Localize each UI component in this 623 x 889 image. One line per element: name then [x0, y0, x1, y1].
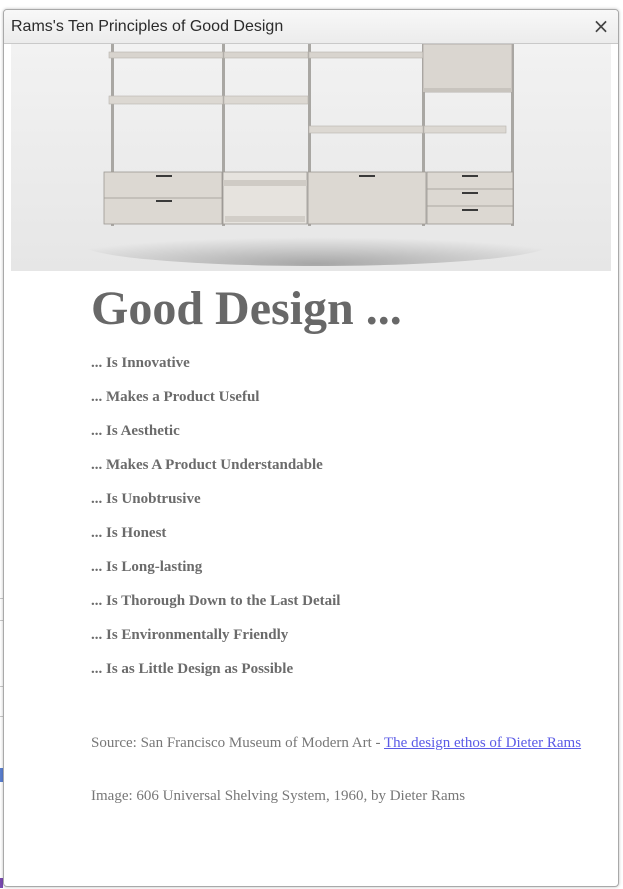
source-link[interactable]: The design ethos of Dieter Rams [384, 735, 581, 751]
list-item: ... Is Environmentally Friendly [91, 626, 289, 643]
list-item: ... Is Honest [91, 524, 167, 541]
good-design-article: Good Design ... ... Is Innovative ... Ma… [91, 280, 591, 694]
list-item: ... Is Long-lasting [91, 558, 203, 575]
shelving-system-photo [11, 44, 611, 271]
image-credit: Image: 606 Universal Shelving System, 19… [91, 788, 466, 804]
source-note: Source: San Francisco Museum of Modern A… [91, 734, 591, 752]
list-item: ... Is Aesthetic [91, 422, 180, 439]
source-prefix: Source: San Francisco Museum of Modern A… [91, 735, 385, 751]
close-icon[interactable]: × [592, 16, 610, 36]
list-item: ... Is as Little Design as Possible [91, 660, 294, 677]
list-item: ... Is Innovative [91, 354, 190, 371]
dialog-title: Rams's Ten Principles of Good Design [11, 18, 284, 35]
principles-dialog: Rams's Ten Principles of Good Design × G… [3, 9, 619, 887]
list-item: ... Makes A Product Understandable [91, 456, 323, 473]
principles-list: ... Is Innovative ... Makes a Product Us… [91, 354, 591, 694]
dialog-titlebar[interactable]: Rams's Ten Principles of Good Design × [4, 10, 618, 44]
list-item: ... Makes a Product Useful [91, 388, 260, 405]
list-item: ... Is Unobtrusive [91, 490, 201, 507]
list-item: ... Is Thorough Down to the Last Detail [91, 592, 341, 609]
article-heading: Good Design ... [91, 282, 402, 335]
